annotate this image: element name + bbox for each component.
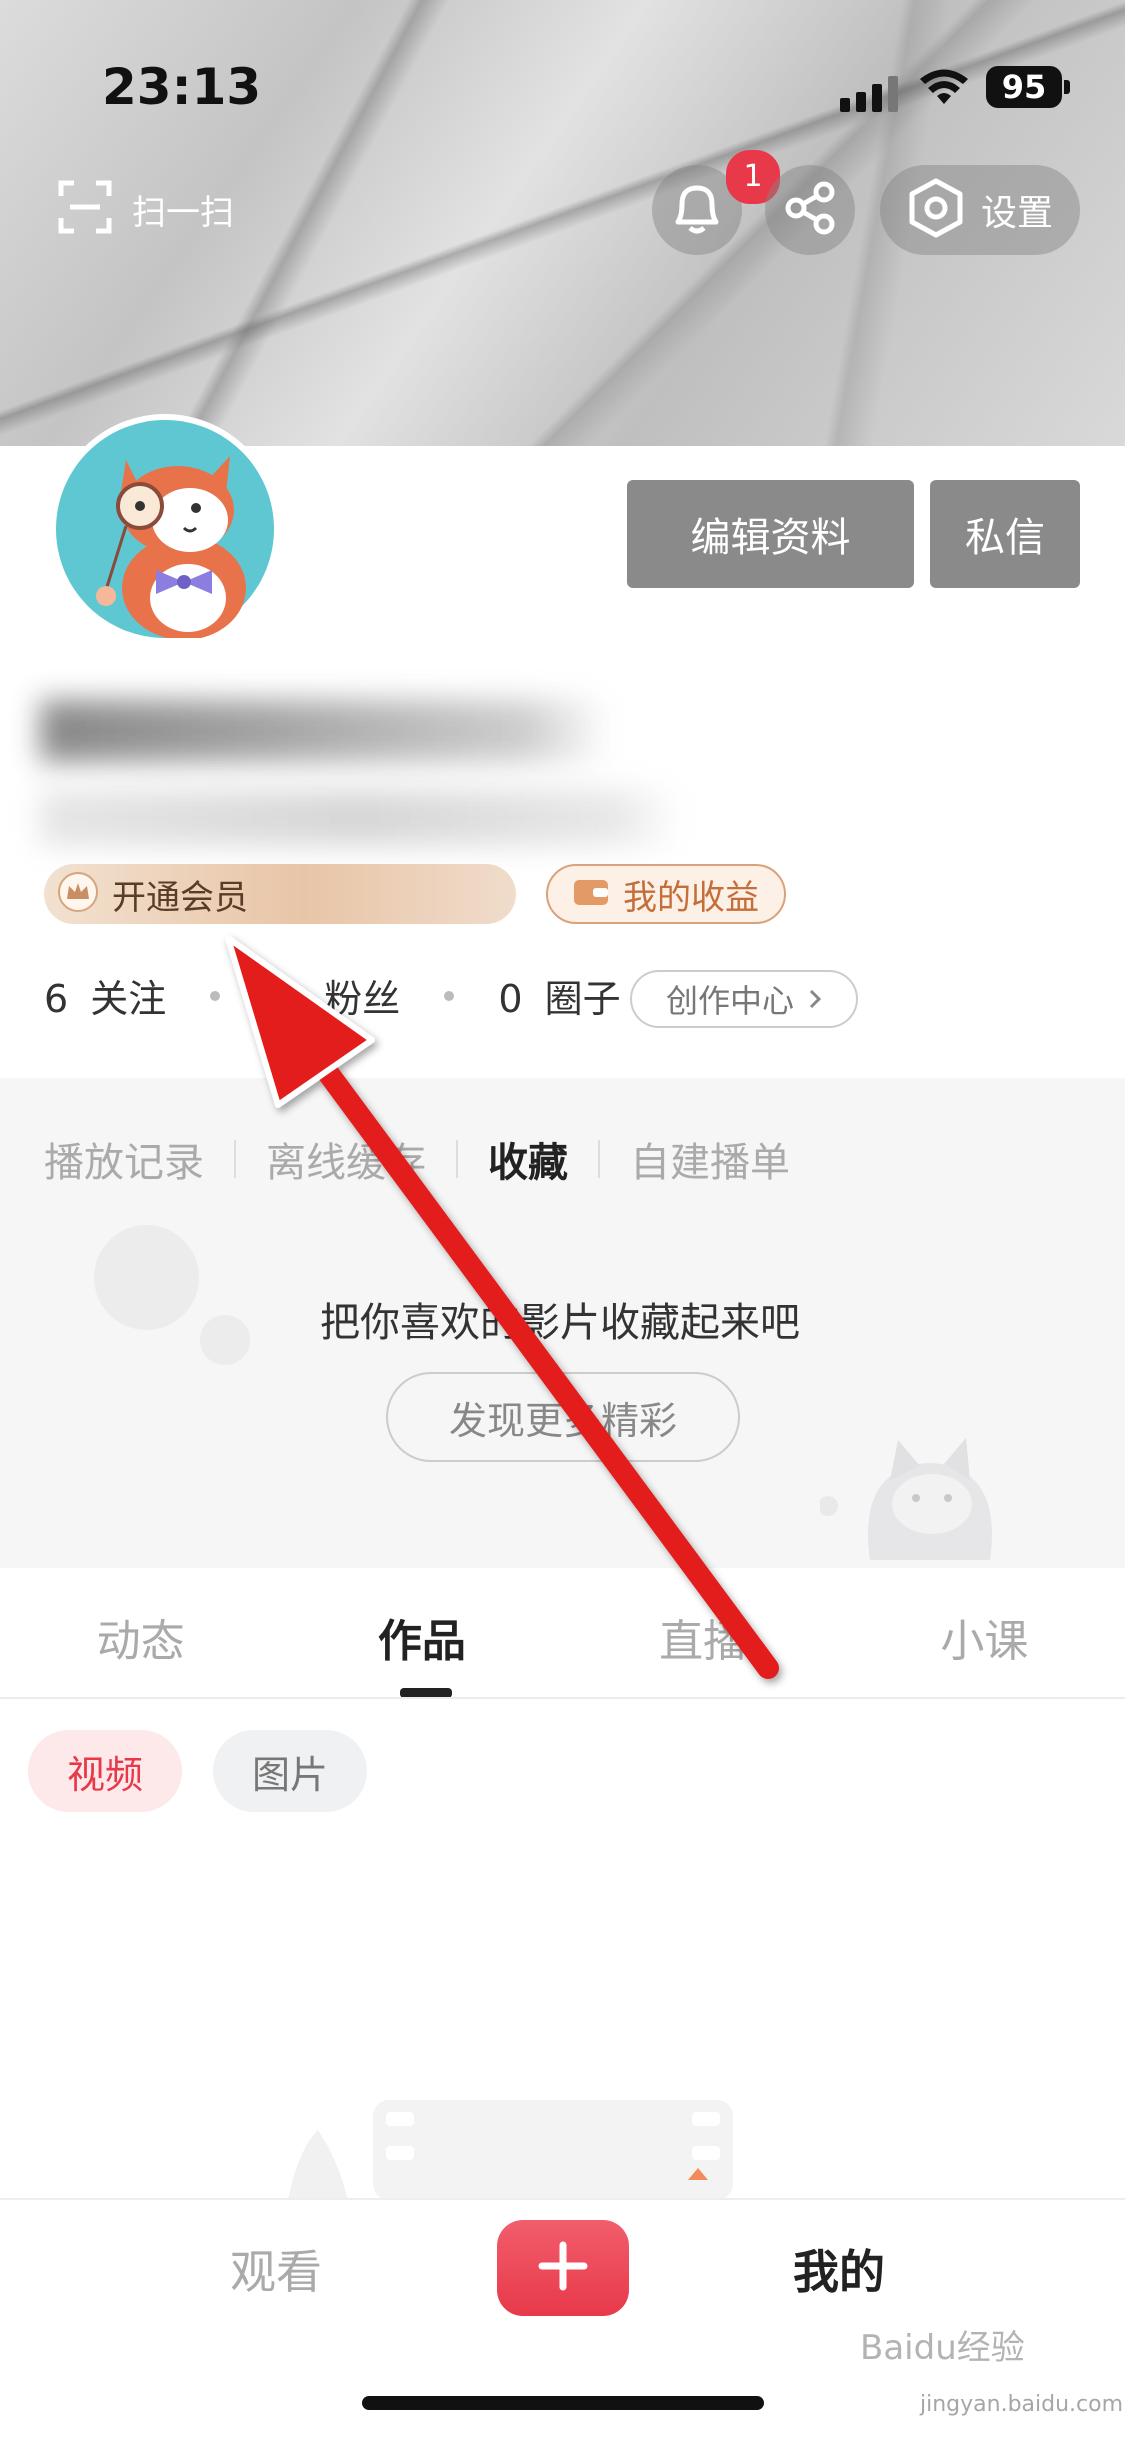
decorative-bubble: [200, 1315, 250, 1365]
collection-tabs: 播放记录 离线缓存 收藏 自建播单: [44, 1130, 790, 1188]
tab-mini-course[interactable]: 小课: [884, 1605, 1084, 1695]
edit-profile-button[interactable]: 编辑资料: [627, 480, 914, 588]
cat-mascot-illustration: [818, 1400, 1040, 1564]
collection-empty-message: 把你喜欢的影片收藏起来吧: [320, 1300, 800, 1346]
battery-tip: [1064, 80, 1070, 94]
circles-count: 0: [498, 977, 523, 1021]
tab-activity[interactable]: 动态: [41, 1605, 241, 1695]
share-icon: [782, 180, 838, 240]
tab-divider: [598, 1140, 600, 1178]
creator-center-button[interactable]: 创作中心: [630, 970, 858, 1028]
username-blurred: [40, 700, 610, 762]
nav-mine[interactable]: 我的: [793, 2236, 885, 2302]
watermark-brand: Baidu经验: [860, 2328, 1025, 2368]
creator-center-label: 创作中心: [665, 982, 794, 1020]
profile-stats: 6 关注 粉丝 0 圈子: [44, 968, 621, 1023]
signal-icon: [840, 76, 898, 112]
share-button[interactable]: [765, 165, 855, 255]
circles-stat[interactable]: 0 圈子: [498, 968, 620, 1023]
earnings-button[interactable]: 我的收益: [546, 864, 786, 924]
vip-membership-button[interactable]: 开通会员: [44, 864, 516, 924]
content-tabs: 动态 作品 直播 小课: [0, 1605, 1125, 1695]
fans-stat[interactable]: 粉丝: [324, 968, 400, 1023]
scan-button[interactable]: 扫一扫: [58, 180, 234, 238]
tab-divider: [234, 1140, 236, 1178]
battery-indicator: 95: [986, 66, 1062, 108]
following-stat[interactable]: 6 关注: [44, 968, 166, 1023]
chevron-right-icon: [808, 980, 822, 1018]
avatar[interactable]: [50, 414, 280, 644]
tab-works[interactable]: 作品: [322, 1605, 522, 1695]
home-indicator: [362, 2396, 764, 2410]
tab-custom-playlists[interactable]: 自建播单: [630, 1130, 790, 1188]
stat-separator: [210, 990, 221, 1001]
tab-offline-cache[interactable]: 离线缓存: [266, 1130, 426, 1188]
crown-icon: [58, 872, 98, 916]
tab-play-history[interactable]: 播放记录: [44, 1130, 204, 1188]
wallet-icon: [573, 877, 609, 911]
tabs-divider: [0, 1697, 1125, 1699]
circles-label: 圈子: [544, 977, 621, 1021]
following-count: 6: [44, 977, 69, 1021]
earnings-label: 我的收益: [623, 877, 759, 918]
settings-button[interactable]: 设置: [880, 165, 1080, 255]
create-post-button[interactable]: [497, 2220, 629, 2316]
settings-label: 设置: [980, 193, 1053, 234]
bio-blurred: [40, 790, 680, 846]
tab-favorites[interactable]: 收藏: [488, 1130, 568, 1188]
status-time: 23:13: [102, 58, 262, 116]
stat-separator: [444, 990, 455, 1001]
scan-icon: [58, 180, 112, 238]
filter-photo-chip[interactable]: 图片: [213, 1730, 367, 1812]
fans-label: 粉丝: [324, 977, 401, 1021]
message-button[interactable]: 私信: [930, 480, 1080, 588]
tab-live[interactable]: 直播: [603, 1605, 803, 1695]
empty-works-illustration: [278, 2090, 748, 2204]
following-label: 关注: [90, 977, 167, 1021]
scan-label: 扫一扫: [132, 192, 234, 233]
wifi-icon: [918, 68, 970, 112]
bell-icon: [670, 180, 724, 240]
plus-icon: [536, 2239, 590, 2297]
discover-more-button[interactable]: 发现更多精彩: [386, 1372, 740, 1462]
settings-hex-icon: [907, 177, 965, 243]
vip-label: 开通会员: [112, 877, 248, 918]
watermark-url: jingyan.baidu.com: [920, 2392, 1124, 2417]
decorative-bubble: [94, 1225, 199, 1330]
tab-divider: [456, 1140, 458, 1178]
avatar-cat-illustration: [56, 420, 274, 640]
filter-video-chip[interactable]: 视频: [28, 1730, 182, 1812]
nav-watch[interactable]: 观看: [230, 2236, 322, 2302]
